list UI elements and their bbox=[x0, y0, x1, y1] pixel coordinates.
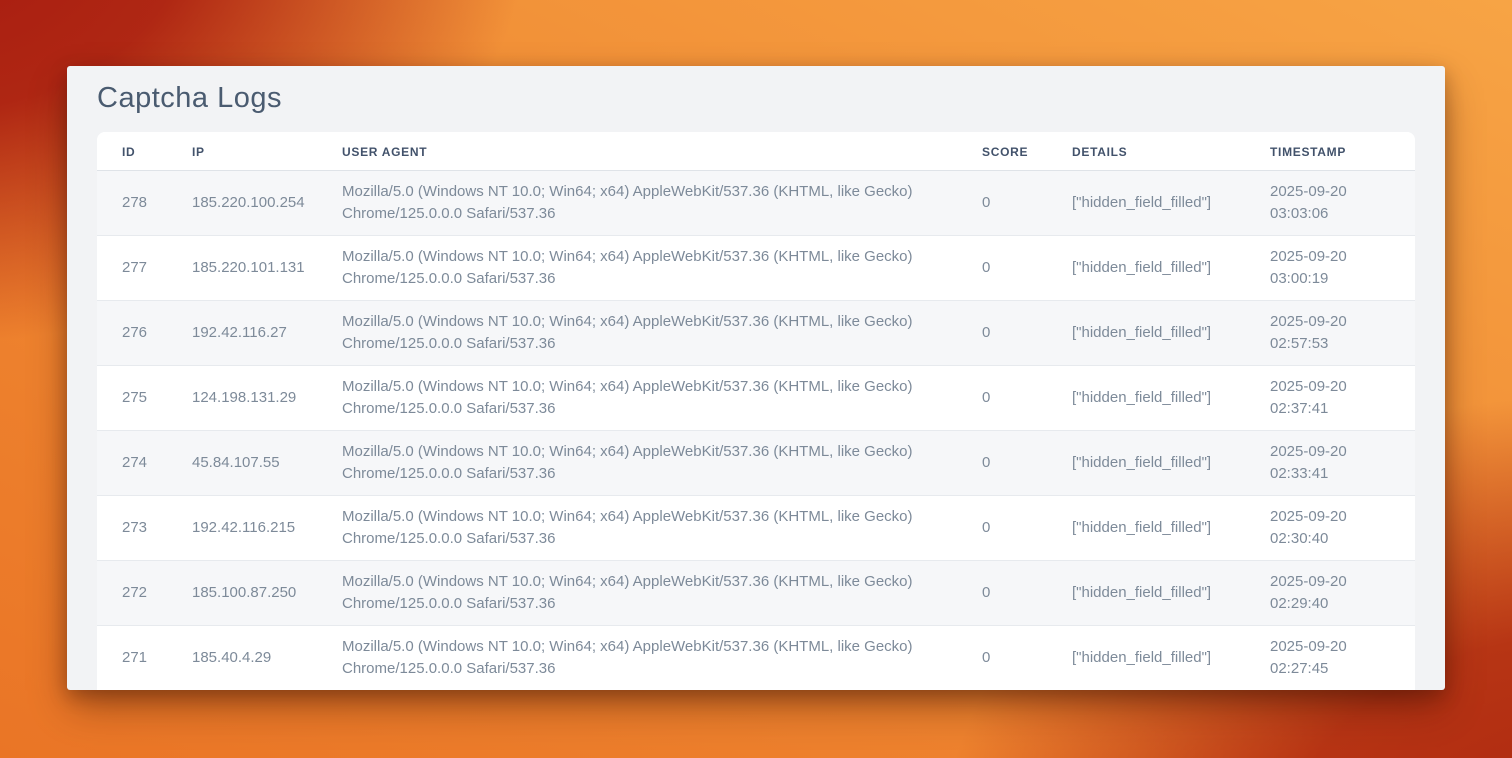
cell-user-agent: Mozilla/5.0 (Windows NT 10.0; Win64; x64… bbox=[317, 561, 957, 626]
cell-score: 0 bbox=[957, 561, 1047, 626]
cell-ip: 192.42.116.215 bbox=[167, 496, 317, 561]
cell-ip: 185.40.4.29 bbox=[167, 626, 317, 690]
cell-id: 271 bbox=[97, 626, 167, 690]
table-row: 27445.84.107.55Mozilla/5.0 (Windows NT 1… bbox=[97, 431, 1415, 496]
cell-ip: 45.84.107.55 bbox=[167, 431, 317, 496]
cell-details: ["hidden_field_filled"] bbox=[1047, 626, 1245, 690]
cell-details: ["hidden_field_filled"] bbox=[1047, 431, 1245, 496]
cell-ip: 185.100.87.250 bbox=[167, 561, 317, 626]
cell-details: ["hidden_field_filled"] bbox=[1047, 171, 1245, 236]
cell-score: 0 bbox=[957, 431, 1047, 496]
column-header-details: DETAILS bbox=[1047, 132, 1245, 171]
column-header-timestamp: TIMESTAMP bbox=[1245, 132, 1415, 171]
cell-id: 274 bbox=[97, 431, 167, 496]
table-row: 276192.42.116.27Mozilla/5.0 (Windows NT … bbox=[97, 301, 1415, 366]
cell-user-agent: Mozilla/5.0 (Windows NT 10.0; Win64; x64… bbox=[317, 236, 957, 301]
table-row: 277185.220.101.131Mozilla/5.0 (Windows N… bbox=[97, 236, 1415, 301]
table-row: 271185.40.4.29Mozilla/5.0 (Windows NT 10… bbox=[97, 626, 1415, 690]
table-row: 278185.220.100.254Mozilla/5.0 (Windows N… bbox=[97, 171, 1415, 236]
logs-table-container: ID IP USER AGENT SCORE DETAILS TIMESTAMP… bbox=[97, 132, 1415, 690]
captcha-logs-card: Captcha Logs ID IP USER AGENT SCORE DETA… bbox=[67, 66, 1445, 690]
cell-user-agent: Mozilla/5.0 (Windows NT 10.0; Win64; x64… bbox=[317, 366, 957, 431]
cell-score: 0 bbox=[957, 301, 1047, 366]
cell-user-agent: Mozilla/5.0 (Windows NT 10.0; Win64; x64… bbox=[317, 431, 957, 496]
cell-details: ["hidden_field_filled"] bbox=[1047, 236, 1245, 301]
page-title: Captcha Logs bbox=[97, 82, 1415, 115]
cell-timestamp: 2025-09-20 03:00:19 bbox=[1245, 236, 1415, 301]
table-row: 275124.198.131.29Mozilla/5.0 (Windows NT… bbox=[97, 366, 1415, 431]
cell-id: 276 bbox=[97, 301, 167, 366]
column-header-id: ID bbox=[97, 132, 167, 171]
cell-score: 0 bbox=[957, 366, 1047, 431]
cell-id: 275 bbox=[97, 366, 167, 431]
table-row: 273192.42.116.215Mozilla/5.0 (Windows NT… bbox=[97, 496, 1415, 561]
cell-timestamp: 2025-09-20 02:37:41 bbox=[1245, 366, 1415, 431]
cell-details: ["hidden_field_filled"] bbox=[1047, 366, 1245, 431]
cell-user-agent: Mozilla/5.0 (Windows NT 10.0; Win64; x64… bbox=[317, 626, 957, 690]
cell-timestamp: 2025-09-20 02:30:40 bbox=[1245, 496, 1415, 561]
cell-ip: 185.220.100.254 bbox=[167, 171, 317, 236]
cell-user-agent: Mozilla/5.0 (Windows NT 10.0; Win64; x64… bbox=[317, 171, 957, 236]
cell-details: ["hidden_field_filled"] bbox=[1047, 301, 1245, 366]
cell-ip: 185.220.101.131 bbox=[167, 236, 317, 301]
cell-score: 0 bbox=[957, 496, 1047, 561]
cell-score: 0 bbox=[957, 626, 1047, 690]
cell-id: 278 bbox=[97, 171, 167, 236]
cell-user-agent: Mozilla/5.0 (Windows NT 10.0; Win64; x64… bbox=[317, 301, 957, 366]
cell-score: 0 bbox=[957, 171, 1047, 236]
cell-timestamp: 2025-09-20 03:03:06 bbox=[1245, 171, 1415, 236]
cell-timestamp: 2025-09-20 02:57:53 bbox=[1245, 301, 1415, 366]
cell-score: 0 bbox=[957, 236, 1047, 301]
cell-ip: 124.198.131.29 bbox=[167, 366, 317, 431]
cell-id: 277 bbox=[97, 236, 167, 301]
cell-ip: 192.42.116.27 bbox=[167, 301, 317, 366]
table-header-row: ID IP USER AGENT SCORE DETAILS TIMESTAMP bbox=[97, 132, 1415, 171]
cell-details: ["hidden_field_filled"] bbox=[1047, 561, 1245, 626]
cell-timestamp: 2025-09-20 02:33:41 bbox=[1245, 431, 1415, 496]
column-header-score: SCORE bbox=[957, 132, 1047, 171]
table-row: 272185.100.87.250Mozilla/5.0 (Windows NT… bbox=[97, 561, 1415, 626]
cell-id: 273 bbox=[97, 496, 167, 561]
cell-details: ["hidden_field_filled"] bbox=[1047, 496, 1245, 561]
column-header-user-agent: USER AGENT bbox=[317, 132, 957, 171]
logs-table: ID IP USER AGENT SCORE DETAILS TIMESTAMP… bbox=[97, 132, 1415, 690]
cell-timestamp: 2025-09-20 02:29:40 bbox=[1245, 561, 1415, 626]
cell-timestamp: 2025-09-20 02:27:45 bbox=[1245, 626, 1415, 690]
cell-user-agent: Mozilla/5.0 (Windows NT 10.0; Win64; x64… bbox=[317, 496, 957, 561]
cell-id: 272 bbox=[97, 561, 167, 626]
column-header-ip: IP bbox=[167, 132, 317, 171]
